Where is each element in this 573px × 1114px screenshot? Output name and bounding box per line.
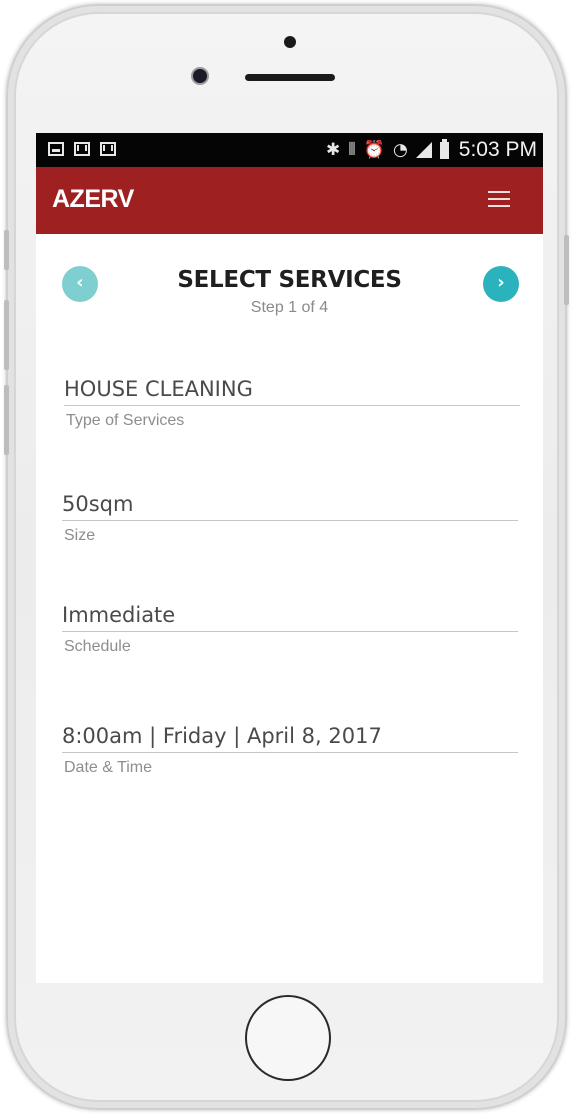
- service-type-field[interactable]: HOUSE CLEANING Type of Services: [64, 377, 520, 430]
- date-time-label: Date & Time: [64, 759, 153, 776]
- step-indicator: Step 1 of 4: [250, 299, 329, 316]
- date-time-field[interactable]: 8:00am | Friday | April 8, 2017 Date & T…: [62, 724, 518, 777]
- service-type-label: Type of Services: [66, 412, 185, 429]
- side-button: [4, 300, 9, 370]
- app-bar: AZERV: [36, 167, 543, 234]
- size-value[interactable]: 50sqm: [62, 492, 518, 521]
- brand-logo[interactable]: AZERV: [52, 185, 134, 214]
- status-bar: ✱ ⦀ ⏰ ◔ 5:03 PM: [36, 133, 543, 167]
- alarm-icon: ⏰: [363, 140, 385, 160]
- mail-icon: [74, 142, 90, 156]
- hamburger-menu-icon[interactable]: [488, 190, 510, 208]
- service-type-value[interactable]: HOUSE CLEANING: [64, 377, 520, 406]
- sensor-dot: [284, 36, 296, 48]
- image-icon: [48, 142, 64, 156]
- bluetooth-icon: ✱: [326, 140, 341, 160]
- date-time-value[interactable]: 8:00am | Friday | April 8, 2017: [62, 724, 518, 753]
- signal-icon: [415, 142, 432, 158]
- mail-icon: [100, 142, 116, 156]
- side-button: [4, 230, 9, 270]
- schedule-value[interactable]: Immediate: [62, 603, 518, 632]
- size-label: Size: [64, 527, 96, 544]
- home-button[interactable]: [245, 995, 331, 1081]
- schedule-label: Schedule: [64, 638, 131, 655]
- status-time: 5:03 PM: [458, 138, 537, 161]
- schedule-field[interactable]: Immediate Schedule: [62, 603, 518, 656]
- side-button: [564, 235, 569, 305]
- size-field[interactable]: 50sqm Size: [62, 492, 518, 545]
- phone-screen: ✱ ⦀ ⏰ ◔ 5:03 PM AZERV ‹ › SELECT SERVICE…: [36, 133, 543, 983]
- vibrate-icon: ⦀: [348, 140, 356, 160]
- side-button: [4, 385, 9, 455]
- battery-icon: [439, 138, 449, 159]
- earpiece-speaker: [245, 74, 335, 81]
- page-title: SELECT SERVICES: [177, 267, 402, 293]
- wifi-icon: ◔: [392, 140, 408, 160]
- front-camera: [193, 69, 207, 83]
